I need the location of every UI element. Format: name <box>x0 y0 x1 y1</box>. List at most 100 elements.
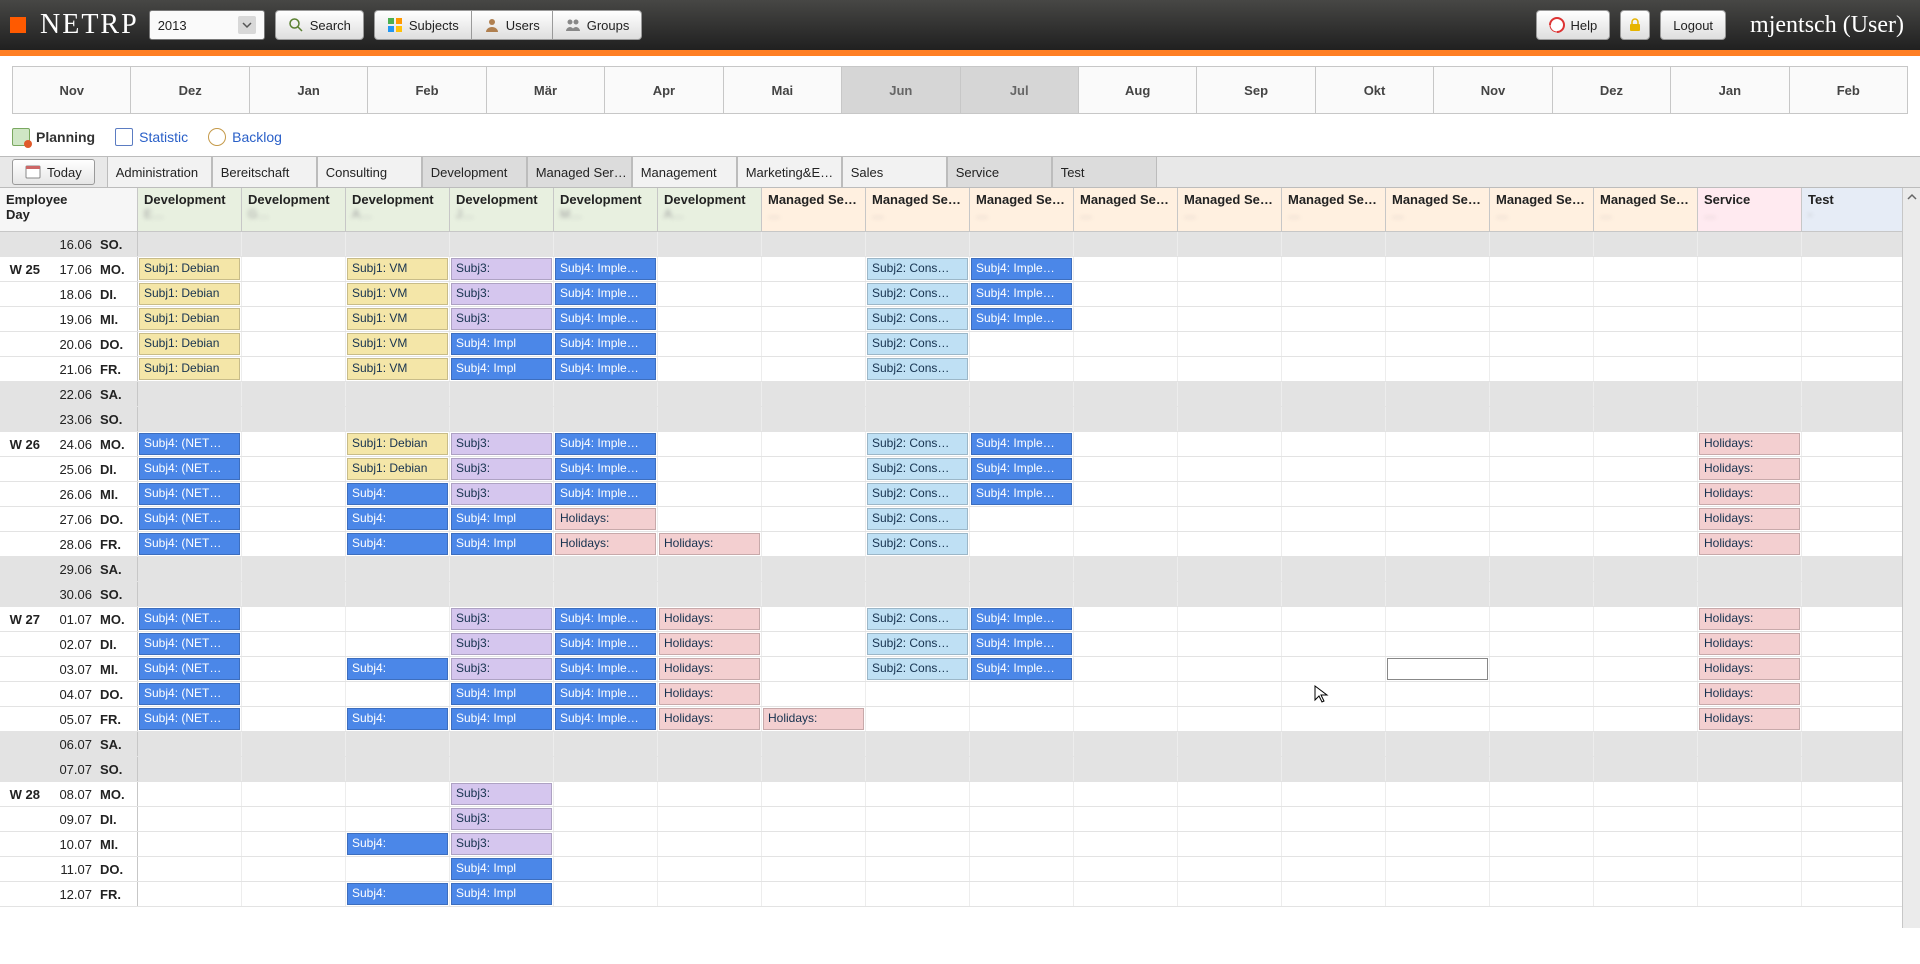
grid-cell[interactable] <box>1594 482 1698 506</box>
grid-cell[interactable] <box>346 632 450 656</box>
grid-cell[interactable] <box>1282 532 1386 556</box>
grid-cell[interactable] <box>1386 507 1490 531</box>
grid-cell[interactable] <box>346 857 450 881</box>
grid-cell[interactable]: Subj4: (NET… <box>138 532 242 556</box>
grid-cell[interactable]: Subj4: (NET… <box>138 707 242 731</box>
grid-cell[interactable] <box>1282 382 1386 406</box>
grid-cell[interactable] <box>1386 307 1490 331</box>
grid-cell[interactable] <box>1178 482 1282 506</box>
grid-cell[interactable] <box>1802 307 1906 331</box>
grid-cell[interactable]: Holidays: <box>658 657 762 681</box>
grid-cell[interactable] <box>138 557 242 581</box>
grid-cell[interactable]: Subj2: Cons… <box>866 307 970 331</box>
grid-cell[interactable] <box>1282 407 1386 431</box>
task-block[interactable]: Holidays: <box>659 683 760 705</box>
grid-cell[interactable] <box>1490 457 1594 481</box>
grid-cell[interactable]: Holidays: <box>658 707 762 731</box>
grid-cell[interactable] <box>1802 532 1906 556</box>
grid-cell[interactable] <box>1282 357 1386 381</box>
task-block[interactable]: Subj4: Impl <box>451 533 552 555</box>
grid-cell[interactable] <box>658 457 762 481</box>
grid-cell[interactable] <box>1490 307 1594 331</box>
grid-cell[interactable]: Subj4: Imple… <box>554 307 658 331</box>
grid-cell[interactable] <box>762 782 866 806</box>
grid-cell[interactable]: Subj4: Imple… <box>970 657 1074 681</box>
grid-cell[interactable] <box>1802 607 1906 631</box>
grid-cell[interactable] <box>1282 557 1386 581</box>
grid-cell[interactable] <box>1698 307 1802 331</box>
task-block[interactable]: Subj2: Cons… <box>867 458 968 480</box>
vertical-scrollbar[interactable] <box>1902 188 1920 928</box>
grid-cell[interactable] <box>1802 257 1906 281</box>
grid-cell[interactable] <box>554 557 658 581</box>
grid-cell[interactable] <box>554 807 658 831</box>
grid-cell[interactable] <box>1074 832 1178 856</box>
grid-cell[interactable] <box>346 782 450 806</box>
grid-cell[interactable]: Subj4: (NET… <box>138 657 242 681</box>
grid-cell[interactable] <box>1698 832 1802 856</box>
task-block[interactable]: Subj4: (NET… <box>139 533 240 555</box>
grid-cell[interactable] <box>1594 757 1698 781</box>
grid-cell[interactable]: Subj4: <box>346 657 450 681</box>
task-block[interactable]: Subj2: Cons… <box>867 283 968 305</box>
month-jul[interactable]: Jul <box>961 66 1079 113</box>
grid-cell[interactable] <box>1386 407 1490 431</box>
grid-cell[interactable] <box>970 507 1074 531</box>
scroll-up-icon[interactable] <box>1903 188 1920 206</box>
task-block[interactable]: Subj4: (NET… <box>139 683 240 705</box>
dept-marketing-e-[interactable]: Marketing&E… <box>737 157 842 187</box>
grid-cell[interactable] <box>242 457 346 481</box>
grid-cell[interactable]: Subj4: <box>346 832 450 856</box>
grid-cell[interactable] <box>242 507 346 531</box>
grid-cell[interactable] <box>554 832 658 856</box>
today-button[interactable]: Today <box>12 159 95 185</box>
grid-cell[interactable] <box>1490 532 1594 556</box>
task-block[interactable]: Subj1: Debian <box>347 433 448 455</box>
grid-cell[interactable] <box>762 257 866 281</box>
grid-cell[interactable] <box>1698 357 1802 381</box>
column-header[interactable]: Managed Se…… <box>1594 188 1698 231</box>
grid-cell[interactable] <box>1386 557 1490 581</box>
task-block[interactable]: Subj1: Debian <box>139 308 240 330</box>
task-block[interactable]: Subj3: <box>451 283 552 305</box>
task-block[interactable]: Subj4: Imple… <box>555 608 656 630</box>
grid-cell[interactable] <box>242 432 346 456</box>
dept-consulting[interactable]: Consulting <box>317 157 422 187</box>
task-block[interactable]: Subj4: Imple… <box>971 633 1072 655</box>
grid-cell[interactable]: Subj4: (NET… <box>138 507 242 531</box>
grid-cell[interactable] <box>1178 807 1282 831</box>
grid-cell[interactable] <box>1594 457 1698 481</box>
grid-cell[interactable] <box>658 332 762 356</box>
grid-cell[interactable] <box>1594 632 1698 656</box>
month-dez[interactable]: Dez <box>1553 66 1671 113</box>
column-header[interactable]: DevelopmentA… <box>658 188 762 231</box>
dept-service[interactable]: Service <box>947 157 1052 187</box>
grid-cell[interactable] <box>450 382 554 406</box>
task-block[interactable]: Subj4: Imple… <box>971 658 1072 680</box>
grid-cell[interactable] <box>1698 557 1802 581</box>
task-block[interactable]: Subj1: VM <box>347 333 448 355</box>
dept-development[interactable]: Development <box>422 157 527 187</box>
task-block[interactable]: Subj2: Cons… <box>867 658 968 680</box>
grid-cell[interactable] <box>658 807 762 831</box>
month-jun[interactable]: Jun <box>842 66 960 113</box>
grid-cell[interactable] <box>1386 807 1490 831</box>
grid-cell[interactable] <box>1178 532 1282 556</box>
grid-cell[interactable] <box>762 232 866 256</box>
grid-cell[interactable] <box>1282 882 1386 906</box>
task-block[interactable]: Subj3: <box>451 433 552 455</box>
grid-cell[interactable] <box>1490 857 1594 881</box>
grid-cell[interactable] <box>1074 782 1178 806</box>
grid-cell[interactable] <box>1178 557 1282 581</box>
grid-cell[interactable] <box>658 482 762 506</box>
grid-cell[interactable] <box>1802 407 1906 431</box>
grid-cell[interactable] <box>1074 332 1178 356</box>
dept-administration[interactable]: Administration <box>107 157 212 187</box>
grid-cell[interactable]: Holidays: <box>1698 457 1802 481</box>
grid-cell[interactable] <box>1386 532 1490 556</box>
grid-cell[interactable] <box>866 232 970 256</box>
grid-cell[interactable] <box>1282 832 1386 856</box>
grid-cell[interactable]: Holidays: <box>1698 607 1802 631</box>
month-jan[interactable]: Jan <box>250 66 368 113</box>
month-feb[interactable]: Feb <box>1790 66 1908 113</box>
